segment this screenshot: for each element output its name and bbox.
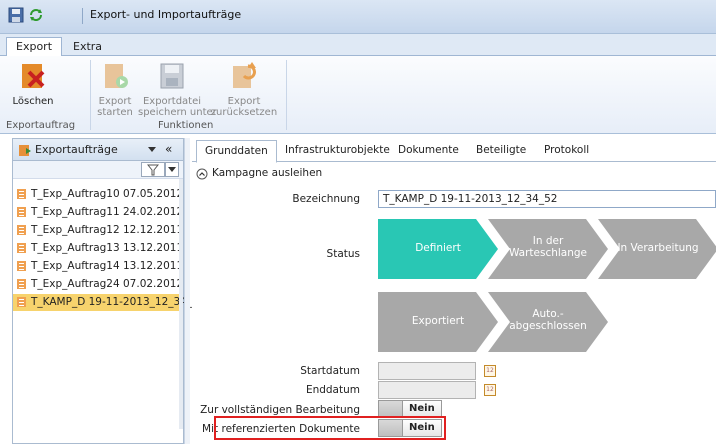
- export-order-icon: [19, 145, 31, 156]
- collapse-icon[interactable]: «: [165, 142, 172, 156]
- tab-dokumente[interactable]: Dokumente: [398, 144, 459, 156]
- toggle-knob: [379, 401, 403, 417]
- filter-icon: [147, 164, 159, 176]
- export-start-icon: [105, 64, 128, 88]
- tab-protokoll[interactable]: Protokoll: [544, 144, 589, 156]
- delete-icon: [22, 64, 45, 88]
- save-export-file-button[interactable]: Exportdatei speichern unter: [138, 60, 217, 118]
- status-step: Exportiert: [378, 292, 498, 352]
- tab-extra[interactable]: Extra: [64, 38, 111, 57]
- content-tabs: Grunddaten Infrastrukturobjekte Dokument…: [192, 138, 716, 163]
- chevron-down-icon: [168, 167, 176, 172]
- panel-title: Exportaufträge: [35, 143, 118, 156]
- calendar-icon[interactable]: 12: [484, 384, 496, 396]
- list-item[interactable]: T_KAMP_D 19-11-2013_12_34_: [13, 294, 192, 311]
- tab-infrastrukturobjekte[interactable]: Infrastrukturobjekte: [285, 144, 390, 156]
- tab-export[interactable]: Export: [6, 37, 63, 56]
- reset-export-button[interactable]: Export zurücksetzen: [206, 60, 282, 118]
- section-title: Kampagne ausleihen: [212, 167, 323, 179]
- list-item[interactable]: T_Exp_Auftrag14 13.12.2011: [13, 258, 183, 275]
- highlight-box: [214, 416, 446, 440]
- delete-label: Löschen: [12, 96, 54, 107]
- save-export-file-label: Exportdatei speichern unter: [138, 96, 217, 118]
- splitter[interactable]: [184, 138, 190, 444]
- filter-bar: [13, 161, 183, 179]
- order-icon: [17, 189, 26, 199]
- status-step-label: Definiert: [415, 242, 461, 254]
- main-content: Grunddaten Infrastrukturobjekte Dokument…: [192, 138, 716, 444]
- order-icon: [17, 207, 26, 217]
- refresh-icon[interactable]: [28, 7, 44, 23]
- order-name: T_KAMP_D 19-11-2013_12_34_: [31, 296, 193, 308]
- status-step-label: Auto.- abgeschlossen: [509, 308, 587, 332]
- ribbon-separator: [90, 60, 91, 130]
- order-icon: [17, 297, 26, 307]
- order-date: 13.12.2011: [123, 260, 184, 272]
- order-name: T_Exp_Auftrag10: [31, 188, 120, 200]
- list-item[interactable]: T_Exp_Auftrag24 07.02.2012: [13, 276, 183, 293]
- status-step-label: Exportiert: [411, 315, 465, 327]
- full-edit-label: Zur vollständigen Bearbeitung: [200, 404, 360, 416]
- status-label: Status: [326, 248, 360, 260]
- order-date: 07.02.2012: [123, 278, 184, 290]
- enddatum-label: Enddatum: [305, 384, 360, 396]
- filter-dropdown[interactable]: [165, 162, 179, 177]
- list-item[interactable]: T_Exp_Auftrag11 24.02.2012: [13, 204, 183, 221]
- startdatum-label: Startdatum: [300, 365, 360, 377]
- bezeichnung-field[interactable]: T_KAMP_D 19-11-2013_12_34_52: [378, 190, 716, 208]
- exportauftraege-panel: Exportaufträge « T_Exp_Auftrag10 07.05.20…: [12, 138, 192, 444]
- status-step: Auto.- abgeschlossen: [488, 292, 608, 352]
- status-step: Definiert: [378, 219, 498, 279]
- order-icon: [17, 243, 26, 253]
- status-step: In der Warteschlange: [488, 219, 608, 279]
- status-step-label: In Verarbeitung: [617, 242, 699, 254]
- bezeichnung-label: Bezeichnung: [292, 193, 360, 205]
- ribbon-tabs: Export Extra: [0, 34, 716, 56]
- order-date: 24.02.2012: [123, 206, 184, 218]
- order-date: 12.12.2011: [123, 224, 184, 236]
- startdatum-field[interactable]: [378, 362, 476, 380]
- list-item[interactable]: T_Exp_Auftrag13 13.12.2011: [13, 240, 183, 257]
- delete-button[interactable]: Löschen: [8, 60, 58, 107]
- order-icon: [17, 279, 26, 289]
- calendar-icon[interactable]: 12: [484, 365, 496, 377]
- list-item[interactable]: T_Exp_Auftrag10 07.05.2012: [13, 186, 183, 203]
- enddatum-field[interactable]: [378, 381, 476, 399]
- order-name: T_Exp_Auftrag24: [31, 278, 120, 290]
- ribbon-separator: [286, 60, 287, 130]
- save-icon[interactable]: [8, 7, 24, 23]
- order-name: T_Exp_Auftrag13: [31, 242, 120, 254]
- order-name: T_Exp_Auftrag14: [31, 260, 120, 272]
- order-name: T_Exp_Auftrag12: [31, 224, 120, 236]
- filter-button[interactable]: [141, 162, 165, 177]
- order-icon: [17, 261, 26, 271]
- chevron-down-icon[interactable]: [147, 146, 157, 154]
- title-bar: Export- und Importaufträge: [0, 0, 716, 34]
- tab-grunddaten[interactable]: Grunddaten: [196, 140, 277, 163]
- reset-export-label: Export zurücksetzen: [210, 96, 278, 118]
- tab-beteiligte[interactable]: Beteiligte: [476, 144, 526, 156]
- export-start-button[interactable]: Export starten: [92, 60, 138, 118]
- save-file-icon: [160, 63, 184, 89]
- group-exportauftrag: Exportauftrag: [6, 120, 76, 131]
- panel-header: Exportaufträge «: [13, 139, 183, 161]
- status-step: In Verarbeitung: [598, 219, 716, 279]
- order-date: 13.12.2011: [123, 242, 184, 254]
- reset-icon: [233, 62, 256, 88]
- full-edit-value: Nein: [409, 403, 435, 414]
- export-start-label: Export starten: [97, 96, 133, 118]
- ribbon: Löschen Export starten Exportdatei speic…: [0, 56, 716, 134]
- group-funktionen: Funktionen: [158, 120, 214, 131]
- status-step-label: In der Warteschlange: [508, 235, 588, 259]
- order-icon: [17, 225, 26, 235]
- window-title: Export- und Importaufträge: [90, 8, 242, 21]
- collapse-section-icon: [196, 168, 208, 180]
- order-name: T_Exp_Auftrag11: [31, 206, 120, 218]
- list-item[interactable]: T_Exp_Auftrag12 12.12.2011: [13, 222, 183, 239]
- order-date: 07.05.2012: [123, 188, 184, 200]
